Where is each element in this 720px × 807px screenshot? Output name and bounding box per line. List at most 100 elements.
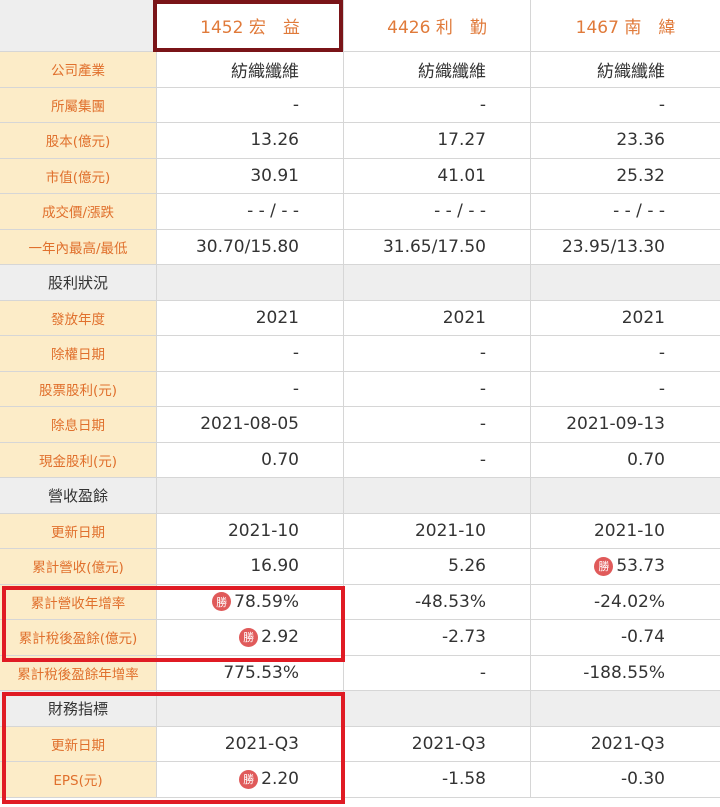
cell-value: 0.70 [627, 449, 665, 470]
cell-value: 41.01 [437, 165, 486, 186]
row-label: 累計稅後盈餘年增率 [0, 655, 157, 690]
value-cell: - [157, 336, 344, 371]
comparison-table: 1452 宏 益 4426 利 勤 1467 南 緯 公司產業 紡織纖維 紡織纖維 紡… [0, 0, 720, 798]
cell-value: - - / - - [613, 201, 665, 222]
cell-value: 2021-10 [593, 520, 665, 541]
cell-value: - [479, 414, 486, 435]
cell-value: - - / - - [247, 201, 299, 222]
cell-value: 2021 [442, 307, 486, 328]
value-cell: - [531, 87, 720, 122]
stock-header-2[interactable]: 4426 利 勤 [344, 0, 531, 51]
table-row: 除權日期 - - - [0, 336, 720, 372]
value-cell: 41.01 [344, 158, 531, 193]
cell-value: 2021-Q3 [224, 733, 299, 754]
value-cell: - [531, 336, 720, 371]
cell-value: - [658, 94, 665, 115]
value-cell [344, 691, 531, 726]
row-label: 市值(億元) [0, 158, 157, 193]
cell-value: 2021-08-05 [200, 414, 299, 435]
cell-value: - [658, 378, 665, 399]
row-label: 股本(億元) [0, 123, 157, 158]
cell-value: 25.32 [616, 165, 665, 186]
value-cell: 25.32 [531, 158, 720, 193]
row-label: 成交價/漲跌 [0, 194, 157, 229]
cell-value: 78.59% [234, 591, 299, 612]
table-row: 累計營收年增率勝 78.59% -48.53% -24.02% [0, 584, 720, 620]
value-cell: 2021-Q3 [531, 726, 720, 761]
cell-value: 23.95/13.30 [561, 236, 665, 257]
cell-value: 17.27 [437, 130, 486, 151]
cell-value: 2021-Q3 [411, 733, 486, 754]
stock-header-3[interactable]: 1467 南 緯 [531, 0, 720, 51]
value-cell: - [157, 371, 344, 406]
value-cell: -188.55% [531, 655, 720, 690]
cell-value: 13.26 [250, 130, 299, 151]
cell-value: 2021-10 [227, 520, 299, 541]
cell-value: 30.70/15.80 [195, 236, 299, 257]
table-row: 累計稅後盈餘年增率 775.53% - -188.55% [0, 655, 720, 691]
header-row: 1452 宏 益 4426 利 勤 1467 南 緯 [0, 0, 720, 52]
table-row: 更新日期 2021-Q3 2021-Q3 2021-Q3 [0, 726, 720, 762]
value-cell: - [157, 87, 344, 122]
cell-value: 2.92 [261, 627, 299, 648]
row-label: 股票股利(元) [0, 371, 157, 406]
table-row: 公司產業 紡織纖維 紡織纖維 紡織纖維 [0, 52, 720, 88]
cell-value: -0.30 [621, 769, 665, 790]
value-cell: 2021-10 [531, 513, 720, 548]
row-label: EPS(元) [0, 762, 157, 797]
value-cell: - - / - - [344, 194, 531, 229]
table-row: 累計稅後盈餘(億元) 勝 2.92 -2.73 -0.74 [0, 620, 720, 656]
value-cell: - [344, 442, 531, 477]
section-title: 股利狀況 [0, 265, 157, 300]
table-row: 所屬集團 - - - [0, 87, 720, 123]
value-cell: 勝 2.92 [157, 620, 344, 655]
value-cell: 2021-09-13 [531, 407, 720, 442]
value-cell: 2021-Q3 [344, 726, 531, 761]
cell-value: -1.58 [442, 769, 486, 790]
cell-value: - [479, 378, 486, 399]
value-cell: 13.26 [157, 123, 344, 158]
cell-value: -24.02% [594, 591, 665, 612]
value-cell [531, 691, 720, 726]
value-cell: 勝 78.59% [157, 584, 344, 619]
value-cell: 775.53% [157, 655, 344, 690]
cell-value: 16.90 [250, 556, 299, 577]
row-label: 發放年度 [0, 300, 157, 335]
value-cell: 2021-10 [344, 513, 531, 548]
value-cell [157, 265, 344, 300]
win-badge-icon: 勝 [212, 592, 232, 612]
row-label: 公司產業 [0, 52, 157, 87]
cell-value: - [479, 662, 486, 683]
value-cell: 17.27 [344, 123, 531, 158]
cell-value: - [292, 94, 299, 115]
value-cell: -48.53% [344, 584, 531, 619]
value-cell [531, 265, 720, 300]
value-cell: - [344, 87, 531, 122]
value-cell: -2.73 [344, 620, 531, 655]
value-cell: -0.74 [531, 620, 720, 655]
value-cell: 2021 [344, 300, 531, 335]
table-row: 一年內最高/最低 30.70/15.80 31.65/17.50 23.95/13.3… [0, 229, 720, 265]
table-row: 市值(億元) 30.91 41.01 25.32 [0, 158, 720, 194]
row-label: 除權日期 [0, 336, 157, 371]
cell-value: 紡織纖維 [231, 61, 299, 82]
cell-value: - [479, 94, 486, 115]
cell-value: 紡織纖維 [597, 61, 665, 82]
value-cell [157, 478, 344, 513]
section-title: 營收盈餘 [0, 478, 157, 513]
value-cell: 紡織纖維 [531, 52, 720, 87]
cell-value: - [479, 449, 486, 470]
value-cell: 23.36 [531, 123, 720, 158]
value-cell: 30.91 [157, 158, 344, 193]
win-badge-icon: 勝 [239, 769, 259, 789]
cell-value: 53.73 [616, 556, 665, 577]
table-row: 發放年度 2021 2021 2021 [0, 300, 720, 336]
value-cell: - - / - - [531, 194, 720, 229]
row-label: 更新日期 [0, 513, 157, 548]
table-row: 股本(億元) 13.26 17.27 23.36 [0, 123, 720, 159]
row-label: 一年內最高/最低 [0, 229, 157, 264]
value-cell: 2021 [531, 300, 720, 335]
section-title: 財務指標 [0, 691, 157, 726]
value-cell: 0.70 [157, 442, 344, 477]
stock-header-1[interactable]: 1452 宏 益 [157, 0, 344, 51]
